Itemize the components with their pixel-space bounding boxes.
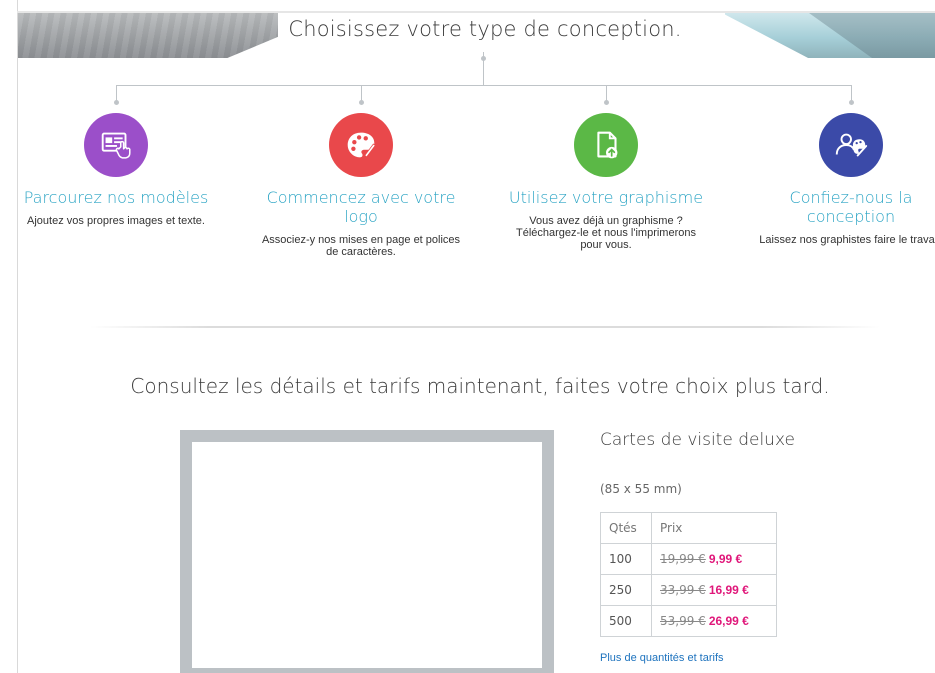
qty-cell: 250 — [600, 574, 652, 606]
sale-price: 9,99 € — [708, 552, 743, 566]
product-name: Cartes de visite deluxe — [600, 430, 795, 450]
product-preview[interactable] — [180, 430, 554, 673]
sale-price: 26,99 € — [708, 614, 749, 628]
connector-dot — [114, 100, 119, 105]
table-row: 100 19,99 €9,99 € — [600, 543, 777, 575]
palette-icon[interactable] — [329, 113, 393, 177]
sale-price: 16,99 € — [708, 583, 749, 597]
qty-header: Qtés — [600, 512, 652, 544]
section-divider — [90, 326, 880, 328]
option-description: Associez-y nos mises en page et polices … — [261, 234, 461, 258]
connector-dot — [481, 56, 486, 61]
page-left-border — [17, 0, 18, 673]
connector-dot — [604, 100, 609, 105]
option-description: Laissez nos graphistes faire le travail. — [759, 234, 935, 246]
option-title[interactable]: Confiez-nous la conception — [751, 188, 935, 226]
page-top-border — [17, 11, 935, 13]
price-cell: 53,99 €26,99 € — [651, 605, 777, 637]
connector-line — [116, 85, 852, 86]
option-title[interactable]: Commencez avec votre logo — [261, 188, 461, 226]
connector-dot — [359, 100, 364, 105]
option-use-your-design[interactable]: Utilisez votre graphisme Vous avez déjà … — [506, 113, 706, 251]
connector-dot — [849, 100, 854, 105]
designer-icon[interactable] — [819, 113, 883, 177]
qty-cell: 500 — [600, 605, 652, 637]
old-price: 19,99 € — [660, 552, 706, 566]
design-type-heading: Choisissez votre type de conception. — [288, 17, 682, 41]
price-table: Qtés Prix 100 19,99 €9,99 € 250 33,99 €1… — [600, 512, 777, 637]
price-header: Prix — [651, 512, 777, 544]
table-row: 500 53,99 €26,99 € — [600, 605, 777, 637]
option-browse-templates[interactable]: Parcourez nos modèles Ajoutez vos propre… — [16, 113, 216, 227]
table-row: 250 33,99 €16,99 € — [600, 574, 777, 606]
pricing-heading: Consultez les détails et tarifs maintena… — [130, 374, 830, 398]
option-title[interactable]: Utilisez votre graphisme — [506, 188, 706, 207]
old-price: 53,99 € — [660, 614, 706, 628]
old-price: 33,99 € — [660, 583, 706, 597]
price-cell: 33,99 €16,99 € — [651, 574, 777, 606]
option-description: Ajoutez vos propres images et texte. — [27, 215, 205, 227]
template-browse-icon[interactable] — [84, 113, 148, 177]
option-design-service[interactable]: Confiez-nous la conception Laissez nos g… — [751, 113, 935, 246]
option-description: Vous avez déjà un graphisme ? Télécharge… — [515, 215, 696, 251]
option-title[interactable]: Parcourez nos modèles — [16, 188, 216, 207]
option-start-with-logo[interactable]: Commencez avec votre logo Associez-y nos… — [261, 113, 461, 258]
upload-file-icon[interactable] — [574, 113, 638, 177]
price-cell: 19,99 €9,99 € — [651, 543, 777, 575]
more-quantities-link[interactable]: Plus de quantités et tarifs — [600, 652, 724, 664]
page: Choisissez votre type de conception. Par… — [0, 0, 935, 673]
product-size: (85 x 55 mm) — [600, 482, 682, 496]
qty-cell: 100 — [600, 543, 652, 575]
table-header-row: Qtés Prix — [600, 512, 777, 544]
